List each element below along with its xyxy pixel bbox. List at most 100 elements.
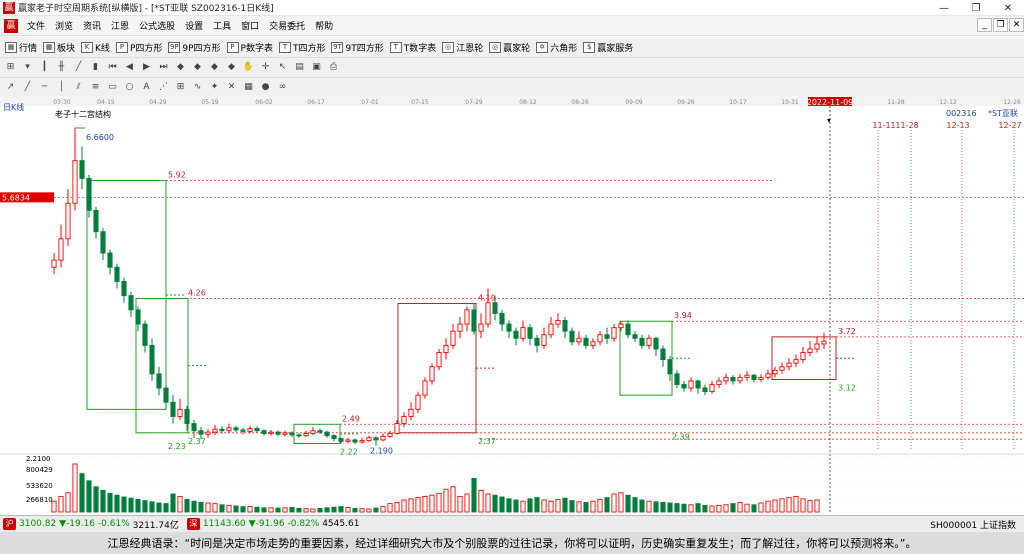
layout-icon[interactable]: ⊞ bbox=[4, 61, 17, 74]
arrow-icon[interactable]: ↗ bbox=[4, 81, 17, 94]
volume-bar bbox=[562, 497, 568, 513]
date-tick-label: 12-12 bbox=[939, 99, 957, 106]
channel-icon[interactable]: ⫽ bbox=[72, 81, 85, 94]
menu-trade[interactable]: 交易委托 bbox=[264, 19, 310, 32]
candle-body bbox=[163, 387, 169, 403]
volume-bar bbox=[464, 493, 470, 513]
tool-p-table[interactable]: P P数字表 bbox=[224, 41, 276, 54]
period-icon[interactable]: ▾ bbox=[21, 61, 34, 74]
line-icon[interactable]: ╱ bbox=[72, 61, 85, 74]
volume-bar bbox=[261, 507, 267, 513]
mdi-minimize-button[interactable]: _ bbox=[977, 18, 992, 32]
candle-body bbox=[590, 341, 596, 346]
hand-icon[interactable]: ✋ bbox=[242, 61, 255, 74]
tool-quotes[interactable]: ▦ 行情 bbox=[2, 41, 40, 54]
gann-fan-icon[interactable]: ⋰ bbox=[157, 81, 170, 94]
close-button[interactable]: ✕ bbox=[992, 0, 1024, 16]
prev-icon[interactable]: ◀ bbox=[123, 61, 136, 74]
candle-body bbox=[751, 374, 757, 380]
candle-body bbox=[93, 209, 99, 233]
candle-body bbox=[282, 432, 288, 435]
tool-gann-wheel[interactable]: ◎ 江恩轮 bbox=[439, 41, 486, 54]
fib-icon[interactable]: ≡ bbox=[89, 81, 102, 94]
mdi-restore-button[interactable]: ❐ bbox=[993, 18, 1008, 32]
date-tick-label: 04-15 bbox=[97, 99, 115, 106]
volume-bar bbox=[191, 500, 197, 513]
diamond-icon[interactable]: ◆ bbox=[174, 61, 187, 74]
tool-9t-square[interactable]: 9T 9T四方形 bbox=[328, 41, 386, 54]
diamond-icon[interactable]: ◆ bbox=[208, 61, 221, 74]
candle-body bbox=[72, 160, 78, 204]
tool-hexagon[interactable]: ✡ 六角形 bbox=[533, 41, 580, 54]
volume-bar bbox=[163, 503, 169, 513]
tool-t-table[interactable]: T T数字表 bbox=[387, 41, 440, 54]
star-icon[interactable]: ✦ bbox=[208, 81, 221, 94]
cursor-icon[interactable]: ↖ bbox=[276, 61, 289, 74]
last-icon[interactable]: ⏭ bbox=[157, 61, 170, 74]
tool-t-square[interactable]: T T四方形 bbox=[276, 41, 329, 54]
menu-tools[interactable]: 工具 bbox=[208, 19, 236, 32]
save-icon[interactable]: ▣ bbox=[310, 61, 323, 74]
grid-icon[interactable]: ⊞ bbox=[174, 81, 187, 94]
tool-9p-square[interactable]: 9P 9P四方形 bbox=[165, 41, 223, 54]
volume-icon[interactable]: ▮ bbox=[89, 61, 102, 74]
menu-browse[interactable]: 浏览 bbox=[50, 19, 78, 32]
first-icon[interactable]: ⏮ bbox=[106, 61, 119, 74]
diamond-icon[interactable]: ◆ bbox=[191, 61, 204, 74]
candle-body bbox=[534, 337, 540, 346]
menu-gann[interactable]: 江恩 bbox=[106, 19, 134, 32]
price-annotation: 6.6600 bbox=[86, 133, 114, 142]
text-icon[interactable]: A bbox=[140, 81, 153, 94]
candle-body bbox=[226, 427, 232, 432]
menu-window[interactable]: 窗口 bbox=[236, 19, 264, 32]
maximize-button[interactable]: ❐ bbox=[960, 0, 992, 16]
kline-chart[interactable]: 03-30 04-15 04-29 05-19 06-02 06-17 07-01 07-15… bbox=[0, 96, 1024, 514]
bar-icon[interactable]: ╫ bbox=[55, 61, 68, 74]
candle-body bbox=[709, 384, 715, 393]
rect-icon[interactable]: ▭ bbox=[106, 81, 119, 94]
candle-body bbox=[730, 376, 736, 382]
date-tick-label: 05-19 bbox=[201, 99, 219, 106]
menu-settings[interactable]: 设置 bbox=[180, 19, 208, 32]
mdi-close-button[interactable]: ✕ bbox=[1009, 18, 1024, 32]
date-tick-label: 11-28 bbox=[887, 99, 905, 106]
volume-bar bbox=[324, 507, 330, 513]
volume-bar bbox=[86, 480, 92, 513]
calendar-icon[interactable]: ▤ bbox=[293, 61, 306, 74]
candle-body bbox=[807, 348, 813, 353]
circle-icon[interactable]: ○ bbox=[123, 81, 136, 94]
tool-winner-wheel[interactable]: ◎ 赢家轮 bbox=[486, 41, 533, 54]
tool-kline[interactable]: K K线 bbox=[78, 41, 113, 54]
color-icon[interactable]: ● bbox=[259, 81, 272, 94]
volume-bar bbox=[695, 503, 701, 513]
line-tool-icon[interactable]: ╱ bbox=[21, 81, 34, 94]
menu-news[interactable]: 资讯 bbox=[78, 19, 106, 32]
crosshair-icon[interactable]: ✛ bbox=[259, 61, 272, 74]
tool-sectors[interactable]: ▦ 板块 bbox=[40, 41, 78, 54]
sz-index-change: ▼-91.96 bbox=[248, 519, 285, 529]
t-table-icon: T bbox=[389, 41, 402, 53]
candle-body bbox=[86, 177, 92, 211]
menu-formula[interactable]: 公式选股 bbox=[134, 19, 180, 32]
next-icon[interactable]: ▶ bbox=[140, 61, 153, 74]
candle-body bbox=[345, 439, 351, 442]
menu-help[interactable]: 帮助 bbox=[310, 19, 338, 32]
current-index[interactable]: SH000001 上证指数 bbox=[930, 518, 1016, 531]
candle-body bbox=[597, 334, 603, 343]
hline-icon[interactable]: ─ bbox=[38, 81, 51, 94]
tool-service[interactable]: $ 赢家服务 bbox=[580, 41, 636, 54]
tool-p-square[interactable]: P P四方形 bbox=[113, 41, 165, 54]
volume-bar bbox=[674, 503, 680, 513]
minimize-button[interactable]: — bbox=[928, 0, 960, 16]
candle-icon[interactable]: ┃ bbox=[38, 61, 51, 74]
print-icon[interactable]: ⎙ bbox=[327, 61, 340, 74]
cycle-icon[interactable]: ∿ bbox=[191, 81, 204, 94]
menu-file[interactable]: 文件 bbox=[22, 19, 50, 32]
table-icon[interactable]: ▦ bbox=[242, 81, 255, 94]
infinity-icon[interactable]: ∞ bbox=[276, 81, 289, 94]
volume-bar bbox=[149, 501, 155, 513]
diamond-icon[interactable]: ◆ bbox=[225, 61, 238, 74]
volume-bar bbox=[485, 493, 491, 513]
delete-icon[interactable]: ✕ bbox=[225, 81, 238, 94]
vline-icon[interactable]: │ bbox=[55, 81, 68, 94]
